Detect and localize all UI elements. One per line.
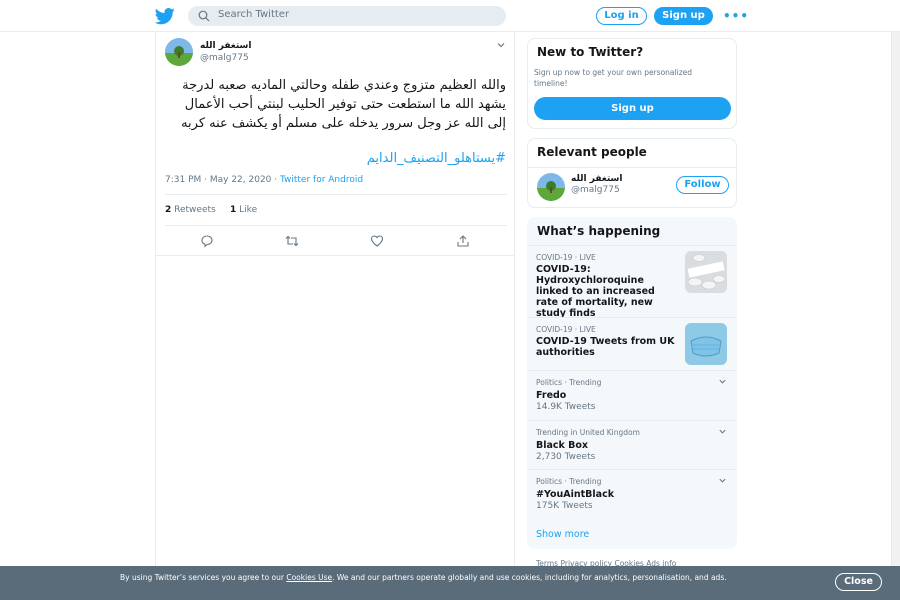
meta-separator: · (271, 175, 280, 185)
likes-label: Like (239, 205, 258, 215)
tweet-actions (156, 232, 516, 250)
trend-title: COVID-19 Tweets from UK authorities (536, 336, 675, 358)
search-placeholder: Search Twitter (218, 9, 290, 20)
trend-tweet-count: 2,730 Tweets (536, 452, 596, 462)
divider (528, 167, 736, 168)
tweet-source-link[interactable]: Twitter for Android (280, 175, 363, 185)
trend-thumbnail-pills-image (685, 251, 727, 293)
trend-title: Black Box (536, 440, 589, 451)
trend-context: Politics · Trending (536, 378, 602, 387)
tweet-text: والله العظيم متزوج وعندي طفله وحالتي الم… (181, 78, 506, 131)
cookie-text-after: . We and our partners operate globally a… (332, 573, 727, 582)
hashtag-link[interactable]: #يستاهلو_التصنيف_الدايم (166, 149, 506, 168)
cookie-notice-text: By using Twitter’s services you agree to… (120, 572, 730, 583)
scrollbar[interactable] (891, 32, 900, 566)
tweet-timestamp: 7:31 PM · May 22, 2020 · Twitter for And… (165, 175, 363, 185)
divider (165, 194, 507, 195)
more-options-icon[interactable]: ••• (723, 9, 749, 23)
trend-title: Fredo (536, 390, 567, 401)
divider (156, 255, 515, 256)
relevant-people-card: Relevant people استغفر الله @malg775 Fol… (527, 138, 737, 208)
chevron-down-icon[interactable] (718, 476, 727, 485)
signup-description: Sign up now to get your own personalized… (534, 68, 693, 88)
cookie-consent-banner: By using Twitter’s services you agree to… (0, 566, 900, 600)
person-handle[interactable]: @malg775 (571, 185, 620, 195)
person-name[interactable]: استغفر الله (571, 174, 623, 184)
tweet-stats: 2 Retweets 1 Like (165, 205, 257, 215)
share-icon[interactable] (456, 234, 470, 248)
divider (165, 225, 507, 226)
like-heart-icon[interactable] (370, 234, 384, 248)
cookies-use-link[interactable]: Cookies Use (286, 573, 332, 582)
tweet-detail-column: استغفر الله @malg775 والله العظيم متزوج … (155, 32, 515, 600)
trend-context: COVID-19 · LIVE (536, 253, 596, 262)
avatar[interactable] (165, 38, 193, 66)
login-button[interactable]: Log in (596, 7, 647, 25)
trend-item[interactable]: COVID-19 · LIVE COVID-19 Tweets from UK … (528, 317, 736, 370)
likes-count: 1 (230, 205, 237, 215)
sidebar-signup-button[interactable]: Sign up (534, 97, 731, 120)
card-title: New to Twitter? (537, 45, 644, 59)
trend-item[interactable]: COVID-19 · LIVE COVID-19: Hydroxychloroq… (528, 245, 736, 319)
trend-context: Politics · Trending (536, 477, 602, 486)
search-icon (198, 10, 210, 22)
follow-button[interactable]: Follow (676, 176, 729, 194)
avatar-landscape-image (165, 38, 193, 66)
trend-context: COVID-19 · LIVE (536, 325, 596, 334)
close-button[interactable]: Close (835, 573, 882, 591)
pills-image (685, 251, 727, 293)
reply-icon[interactable] (200, 234, 214, 248)
chevron-down-icon[interactable] (496, 40, 506, 50)
trend-item[interactable]: Trending in United Kingdom Black Box 2,7… (528, 420, 736, 469)
new-to-twitter-card: New to Twitter? Sign up now to get your … (527, 38, 737, 129)
search-input[interactable]: Search Twitter (188, 6, 506, 26)
card-title: Relevant people (537, 145, 647, 159)
author-name[interactable]: استغفر الله (200, 41, 252, 51)
retweets-label: Retweets (174, 205, 216, 215)
trend-tweet-count: 14.9K Tweets (536, 402, 596, 412)
show-more-link[interactable]: Show more (536, 529, 589, 540)
face-mask-image (685, 323, 727, 365)
trend-item[interactable]: Politics · Trending #YouAintBlack 175K T… (528, 469, 736, 519)
retweet-icon[interactable] (285, 234, 299, 248)
whats-happening-card: What’s happening COVID-19 · LIVE COVID-1… (527, 217, 737, 549)
twitter-bird-icon[interactable] (155, 6, 175, 26)
trend-title: COVID-19: Hydroxychloroquine linked to a… (536, 264, 655, 319)
trend-tweet-count: 175K Tweets (536, 501, 593, 511)
chevron-down-icon[interactable] (718, 427, 727, 436)
chevron-down-icon[interactable] (718, 377, 727, 386)
tweet-time[interactable]: 7:31 PM · May 22, 2020 (165, 175, 271, 185)
avatar-landscape-image (537, 173, 565, 201)
trend-thumbnail-mask-image (685, 323, 727, 365)
retweets-stat[interactable]: 2 Retweets (165, 205, 216, 215)
cookie-text-before: By using Twitter’s services you agree to… (120, 573, 287, 582)
signup-button[interactable]: Sign up (654, 7, 713, 25)
author-handle[interactable]: @malg775 (200, 53, 249, 63)
retweets-count: 2 (165, 205, 172, 215)
likes-stat[interactable]: 1 Like (230, 205, 257, 215)
avatar[interactable] (537, 173, 565, 201)
trend-item[interactable]: Politics · Trending Fredo 14.9K Tweets (528, 370, 736, 420)
card-title: What’s happening (537, 224, 661, 238)
top-navigation-bar: Search Twitter Log in Sign up ••• (0, 0, 900, 32)
trend-title: #YouAintBlack (536, 489, 615, 500)
trend-context: Trending in United Kingdom (536, 428, 640, 437)
